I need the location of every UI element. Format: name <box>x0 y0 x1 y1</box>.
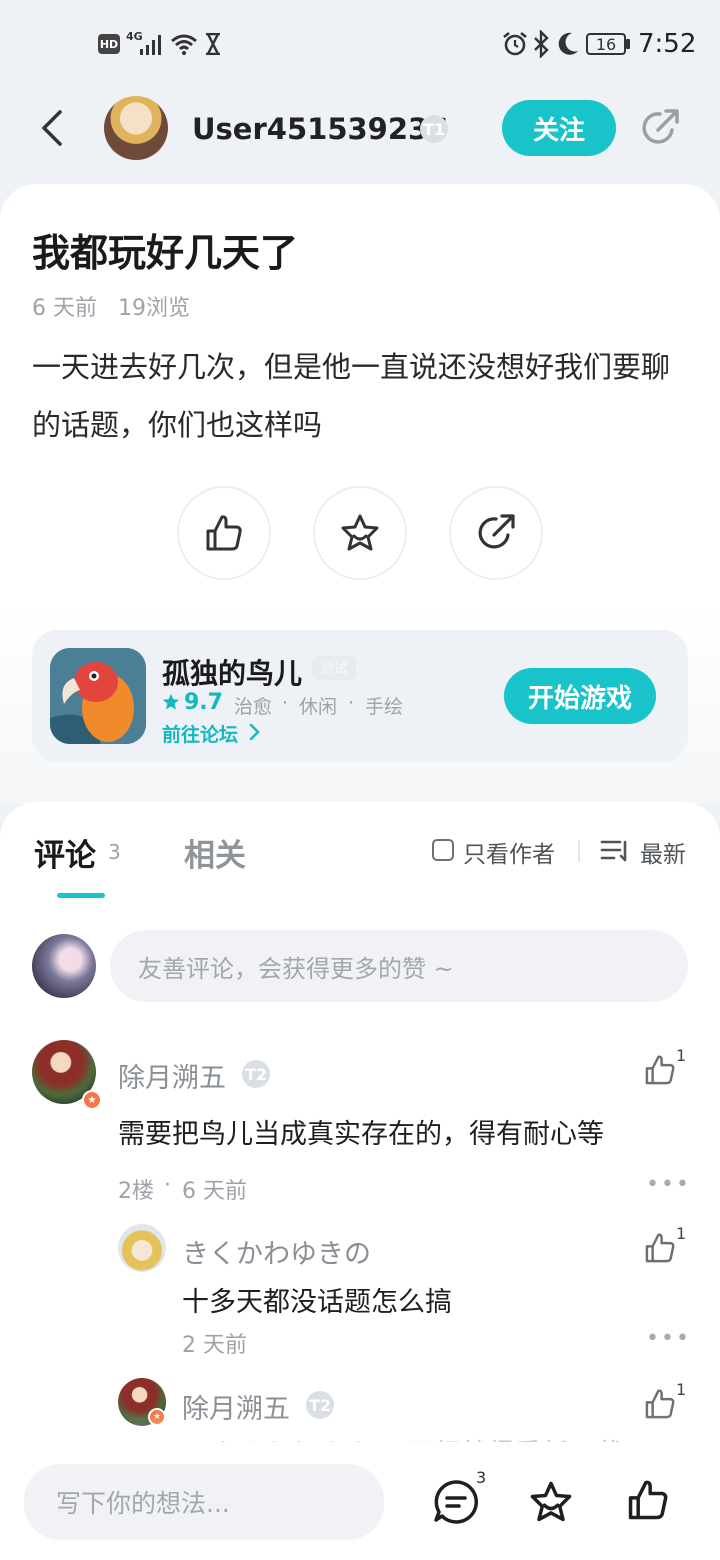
thought-input[interactable]: 写下你的想法... <box>24 1464 384 1540</box>
wifi-icon <box>171 34 197 55</box>
author-only-checkbox[interactable] <box>432 839 454 861</box>
reply-author[interactable]: 除月溯五 <box>182 1387 290 1426</box>
star-icon[interactable] <box>526 1478 576 1526</box>
comment-count-badge: 3 <box>476 1468 487 1487</box>
star-icon <box>341 514 379 551</box>
reply-time: 2 天前 <box>182 1333 247 1358</box>
follow-button[interactable]: 关注 <box>502 100 616 156</box>
share-icon[interactable] <box>638 106 682 150</box>
bluetooth-icon <box>534 30 549 58</box>
post-time: 6 天前 <box>32 296 97 321</box>
share-icon <box>478 514 515 549</box>
level-badge: T1 <box>420 115 448 143</box>
back-icon[interactable] <box>38 108 68 148</box>
like-button[interactable] <box>177 486 271 580</box>
comment-time: 6 天前 <box>182 1179 247 1204</box>
like-count: 1 <box>676 1380 687 1399</box>
start-game-button[interactable]: 开始游戏 <box>504 668 656 724</box>
share-button[interactable] <box>449 486 543 580</box>
thumb-up-icon[interactable] <box>642 1386 678 1422</box>
thumb-up-icon[interactable] <box>624 1476 672 1524</box>
post-body: 一天进去好几次，但是他一直说还没想好我们要聊的话题，你们也这样吗 <box>32 350 671 442</box>
author-only-label[interactable]: 只看作者 <box>463 835 555 869</box>
comment-text: 需要把鸟儿当成真实存在的，得有耐心等 <box>118 1119 604 1150</box>
more-icon[interactable]: ••• <box>646 1326 691 1351</box>
battery-icon: 16 <box>586 33 626 55</box>
status-bar: HD 4G 16 7:52 <box>0 0 720 88</box>
my-avatar[interactable] <box>32 934 96 998</box>
hourglass-icon <box>206 33 220 55</box>
level-text: T2 <box>308 1395 332 1415</box>
clock: 7:52 <box>638 29 697 59</box>
comment-input[interactable]: 友善评论，会获得更多的赞 ~ <box>110 930 688 1002</box>
battery-level: 16 <box>595 34 617 54</box>
level-badge: T2 <box>242 1060 270 1088</box>
reply-author[interactable]: きくかわゆきの <box>182 1232 371 1271</box>
thumb-up-icon[interactable] <box>642 1230 678 1266</box>
author-name[interactable]: User451539236 <box>192 112 448 146</box>
signal-icon <box>140 35 161 55</box>
parrot-icon <box>50 648 146 744</box>
like-count: 1 <box>676 1224 687 1243</box>
rating-star-icon <box>162 693 180 710</box>
game-rating: 9.7 <box>184 690 223 715</box>
meta-separator: · <box>164 1173 171 1198</box>
avatar-badge-icon: ★ <box>148 1408 166 1426</box>
reply-text: 十多天都没话题怎么搞 <box>182 1287 452 1318</box>
reply-avatar[interactable] <box>118 1224 166 1272</box>
sort-label[interactable]: 最新 <box>640 835 686 869</box>
tab-indicator <box>57 893 105 898</box>
favorite-button[interactable] <box>313 486 407 580</box>
author-avatar[interactable] <box>104 96 168 160</box>
post-views: 19浏览 <box>118 296 190 321</box>
moon-icon <box>558 32 578 55</box>
genre-separator: · <box>282 692 289 714</box>
game-name[interactable]: 孤独的鸟儿 <box>162 652 302 692</box>
divider <box>578 840 580 862</box>
chevron-right-icon <box>249 723 260 741</box>
level-badge: T2 <box>306 1391 334 1419</box>
post-title: 我都玩好几天了 <box>32 231 299 275</box>
like-count: 1 <box>676 1046 687 1065</box>
tab-comments[interactable]: 评论 <box>34 830 96 875</box>
battery-tip <box>626 39 630 49</box>
genre-3: 手绘 <box>365 696 404 718</box>
tab-related[interactable]: 相关 <box>184 830 246 875</box>
thumb-up-icon[interactable] <box>642 1052 678 1088</box>
forum-link[interactable]: 前往论坛 <box>162 720 238 747</box>
hd-badge: HD <box>98 34 120 54</box>
level-text: T2 <box>244 1064 268 1084</box>
comment-icon[interactable] <box>432 1478 480 1526</box>
genre-1: 治愈 <box>234 696 273 718</box>
avatar-badge-icon: ★ <box>82 1090 102 1110</box>
game-tag: 测试 <box>312 656 356 680</box>
alarm-icon <box>503 31 527 56</box>
comment-author[interactable]: 除月溯五 <box>118 1056 226 1095</box>
sort-icon[interactable] <box>600 838 630 864</box>
level-text: T1 <box>422 119 446 139</box>
comments-count: 3 <box>108 840 121 864</box>
game-icon[interactable] <box>50 648 146 744</box>
comment-floor: 2楼 <box>118 1179 154 1204</box>
thumb-up-icon <box>206 515 242 551</box>
genre-2: 休闲 <box>299 696 338 718</box>
more-icon[interactable]: ••• <box>646 1172 691 1197</box>
genre-separator: · <box>348 692 355 714</box>
